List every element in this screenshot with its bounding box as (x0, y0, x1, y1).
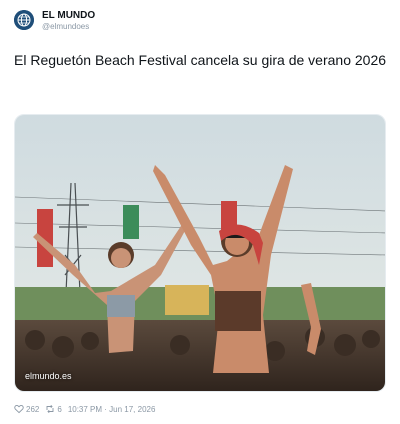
tweet-media[interactable]: elmundo.es (14, 114, 386, 392)
tweet-text: El Reguetón Beach Festival cancela su gi… (14, 52, 387, 68)
avatar[interactable] (14, 10, 34, 31)
account-handle[interactable]: @elmundoes (42, 22, 95, 31)
retweets-count[interactable]: 6 (45, 404, 62, 414)
likes-count[interactable]: 262 (14, 404, 39, 414)
retweet-icon (46, 404, 54, 414)
account-names: EL MUNDO @elmundoes (42, 10, 95, 31)
media-source-label: elmundo.es (25, 371, 72, 381)
retweets-value: 6 (57, 404, 62, 414)
festival-photo (15, 115, 385, 391)
heart-icon (14, 405, 24, 414)
globe-icon (14, 10, 34, 31)
tweet-timestamp[interactable]: 10:37 PM · Jun 17, 2026 (68, 405, 156, 414)
likes-value: 262 (26, 404, 40, 414)
tweet-footer: 262 6 10:37 PM · Jun 17, 2026 (14, 404, 155, 414)
tweet-card: EL MUNDO @elmundoes El Reguetón Beach Fe… (0, 0, 400, 424)
tweet-header: EL MUNDO @elmundoes (14, 10, 95, 31)
display-name[interactable]: EL MUNDO (42, 10, 95, 22)
